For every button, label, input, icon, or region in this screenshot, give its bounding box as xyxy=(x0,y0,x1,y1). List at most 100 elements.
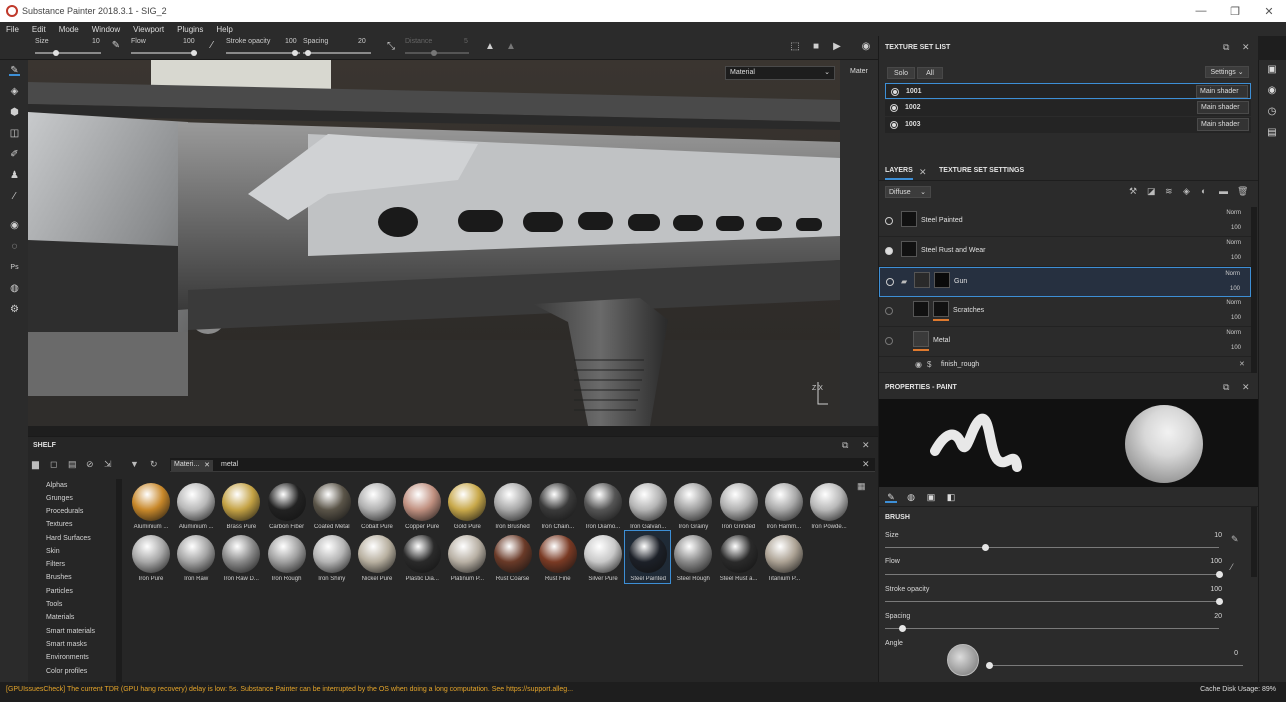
effect-visibility-icon[interactable]: ◉ xyxy=(915,360,922,369)
effect-row[interactable]: ◉ $ finish_rough ✕ xyxy=(879,357,1251,373)
shader-settings-icon[interactable]: ◉ xyxy=(1266,85,1278,97)
material-tile[interactable]: Iron Chain... xyxy=(535,479,580,531)
category-tools[interactable]: Tools xyxy=(46,601,62,608)
gun-model-render[interactable]: Z X U xyxy=(28,60,878,426)
menu-file[interactable]: File xyxy=(6,25,19,34)
layer-row[interactable]: Steel Painted Norm 100 xyxy=(879,207,1251,237)
layer-row-folder[interactable]: ▰ Gun Norm 100 xyxy=(879,267,1251,297)
menu-viewport[interactable]: Viewport xyxy=(133,25,164,34)
stencil-tab-icon[interactable]: ▣ xyxy=(925,491,937,503)
material-tile[interactable]: Iron Grainy xyxy=(670,479,715,531)
properties-scrollbar[interactable] xyxy=(1251,507,1257,577)
category-scrollbar[interactable] xyxy=(116,479,122,683)
category-skin[interactable]: Skin xyxy=(46,548,60,555)
viewport-mode-dropdown[interactable]: Material ⌄ xyxy=(725,66,835,80)
uv-viewport[interactable]: Mater xyxy=(840,60,878,426)
add-mask-icon[interactable]: ◪ xyxy=(1147,186,1156,197)
camera-mode-icon[interactable]: ⬚ xyxy=(789,41,801,53)
all-button[interactable]: All xyxy=(917,67,943,79)
folder-icon[interactable]: ▆ xyxy=(32,459,39,470)
bake-icon[interactable]: ◌ xyxy=(9,241,20,252)
material-tile[interactable]: Carbon Fiber xyxy=(264,479,309,531)
add-layer-stack-icon[interactable]: ≋ xyxy=(1165,186,1173,197)
category-environments[interactable]: Environments xyxy=(46,654,89,661)
import-icon[interactable]: ⇲ xyxy=(104,459,112,470)
properties-undock-icon[interactable]: ⧉ xyxy=(1223,382,1229,393)
category-color-profiles[interactable]: Color profiles xyxy=(46,668,87,675)
symmetry-icon[interactable]: ▲ xyxy=(484,41,496,53)
alpha-tab-icon[interactable]: ◧ xyxy=(945,491,957,503)
stroke-opacity-slider[interactable] xyxy=(226,50,300,56)
log-icon[interactable]: ▤ xyxy=(1266,127,1278,139)
smudge-icon[interactable]: ✐ xyxy=(9,149,20,160)
menu-window[interactable]: Window xyxy=(92,25,120,34)
menu-mode[interactable]: Mode xyxy=(59,25,79,34)
video-camera-icon[interactable]: ▶ xyxy=(831,41,843,53)
category-grunges[interactable]: Grunges xyxy=(46,495,73,502)
new-shelf-icon[interactable]: ◻ xyxy=(50,459,57,470)
shader-dropdown[interactable]: Main shader xyxy=(1196,85,1248,98)
material-tile[interactable]: Silver Pure xyxy=(580,531,625,583)
layer-blend-mode[interactable]: Norm xyxy=(1225,271,1240,277)
flow-pressure-icon[interactable]: ⁄ xyxy=(206,40,218,52)
prop-flow-value[interactable]: 100 xyxy=(1210,558,1222,565)
prop-stroke-opacity-slider[interactable] xyxy=(885,598,1223,605)
close-button[interactable]: ✕ xyxy=(1252,0,1286,22)
flow-pressure-icon[interactable]: ⁄ xyxy=(1231,562,1233,572)
material-tile[interactable]: Iron Hamm... xyxy=(761,479,806,531)
material-tile[interactable]: Steel Painted xyxy=(624,530,672,584)
material-tile[interactable]: Rust Coarse xyxy=(490,531,535,583)
flow-slider-knob[interactable] xyxy=(191,50,197,56)
material-tile[interactable]: Titanium P... xyxy=(761,531,806,583)
minimize-button[interactable]: — xyxy=(1184,0,1218,22)
shelf-filter-tag[interactable]: Materi... ✕ xyxy=(171,460,213,471)
distance-slider-knob[interactable] xyxy=(431,50,437,56)
prop-flow-slider[interactable] xyxy=(885,571,1223,578)
material-tile[interactable]: Cobalt Pure xyxy=(354,479,399,531)
category-hard-surfaces[interactable]: Hard Surfaces xyxy=(46,535,91,542)
screenshot-icon[interactable]: ◉ xyxy=(860,41,872,53)
prop-spacing-value[interactable]: 20 xyxy=(1214,613,1222,620)
size-slider-knob[interactable] xyxy=(53,50,59,56)
status-message[interactable]: [GPUIssuesCheck] The current TDR (GPU ha… xyxy=(6,686,573,693)
texture-set-close-icon[interactable]: ✕ xyxy=(1242,42,1250,53)
prop-size-value[interactable]: 10 xyxy=(1214,532,1222,539)
category-smart-materials[interactable]: Smart materials xyxy=(46,628,95,635)
layer-blend-mode[interactable]: Norm xyxy=(1226,300,1241,306)
material-tile[interactable]: Gold Pure xyxy=(444,479,489,531)
prop-stroke-opacity-knob[interactable] xyxy=(1216,598,1223,605)
shader-dropdown[interactable]: Main shader xyxy=(1197,118,1249,131)
menu-edit[interactable]: Edit xyxy=(32,25,46,34)
material-tile[interactable]: Iron Brushed xyxy=(490,479,535,531)
layers-scrollbar[interactable] xyxy=(1251,207,1257,373)
history-icon[interactable]: ◷ xyxy=(1266,106,1278,118)
material-tile[interactable]: Iron Raw D... xyxy=(218,531,263,583)
material-tile[interactable]: Iron Galvan... xyxy=(625,479,670,531)
maximize-button[interactable]: ❐ xyxy=(1218,0,1252,22)
layer-visibility-icon[interactable] xyxy=(886,278,894,286)
layer-opacity[interactable]: 100 xyxy=(1230,286,1240,292)
texture-set-row[interactable]: 1001 Main shader xyxy=(885,83,1251,99)
texture-set-visibility-icon[interactable] xyxy=(891,88,899,96)
material-tile[interactable]: Steel Rust a... xyxy=(716,531,761,583)
material-tile[interactable]: Steel Rough xyxy=(670,531,715,583)
properties-close-icon[interactable]: ✕ xyxy=(1242,382,1250,393)
shelf-undock-icon[interactable]: ⧉ xyxy=(842,440,848,451)
clone-stamp-icon[interactable]: ♟ xyxy=(9,170,20,181)
material-tile[interactable]: Coated Metal xyxy=(309,479,354,531)
remove-filter-icon[interactable]: ✕ xyxy=(204,461,210,469)
flow-slider[interactable] xyxy=(131,50,197,56)
category-alphas[interactable]: Alphas xyxy=(46,482,67,489)
prop-angle-knob[interactable] xyxy=(986,662,993,669)
color-picker-icon[interactable]: ⁄ xyxy=(9,191,20,202)
add-fill-layer-icon[interactable]: ◈ xyxy=(1183,186,1190,197)
layer-opacity[interactable]: 100 xyxy=(1231,345,1241,351)
remove-effect-icon[interactable]: ✕ xyxy=(1239,360,1245,368)
material-tab-icon[interactable]: ◍ xyxy=(905,491,917,503)
shelf-close-icon[interactable]: ✕ xyxy=(862,440,870,451)
add-folder-icon[interactable]: ▬ xyxy=(1219,186,1228,196)
settings-icon[interactable]: ⚙ xyxy=(9,304,20,315)
material-tile[interactable]: Aluminium ... xyxy=(128,479,173,531)
lazy-mouse-icon[interactable]: ⤡ xyxy=(385,41,397,53)
texture-set-visibility-icon[interactable] xyxy=(890,121,898,129)
